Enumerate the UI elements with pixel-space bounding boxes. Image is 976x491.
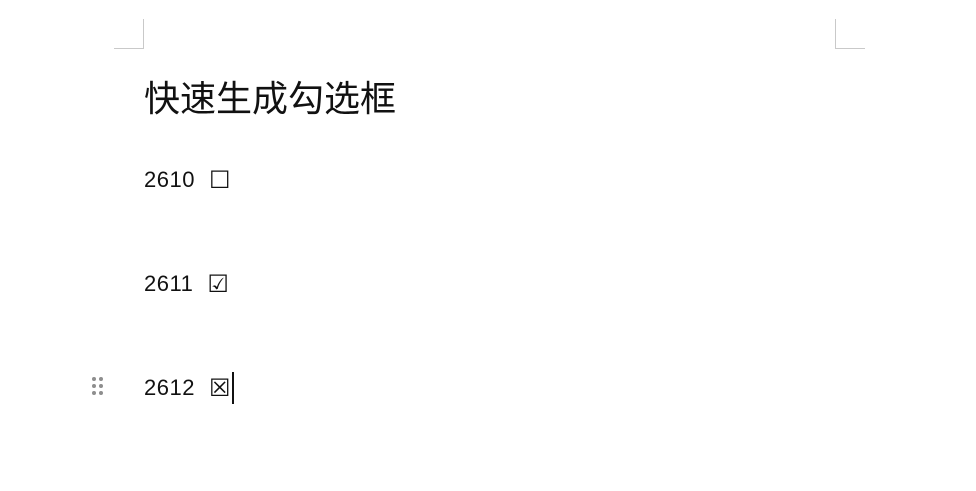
checkbox-checked-symbol: ☑ — [207, 270, 229, 298]
page-corner-top-left — [114, 19, 144, 49]
unicode-code: 2610 — [144, 167, 195, 192]
checkbox-empty-symbol: ☐ — [208, 166, 231, 194]
text-cursor-icon — [232, 372, 235, 404]
unicode-code: 2612 — [144, 375, 195, 400]
paragraph-line[interactable]: 2611 ☑ — [144, 269, 229, 299]
drag-handle-icon[interactable] — [92, 377, 104, 397]
paragraph-line[interactable]: 2610 ☐ — [144, 165, 230, 195]
paragraph-line[interactable]: 2612 ☒ — [144, 372, 235, 404]
document-title: 快速生成勾选框 — [144, 79, 397, 120]
unicode-code: 2611 — [144, 271, 194, 296]
page-corner-top-right — [835, 19, 865, 49]
checkbox-crossed-symbol: ☒ — [208, 374, 231, 402]
